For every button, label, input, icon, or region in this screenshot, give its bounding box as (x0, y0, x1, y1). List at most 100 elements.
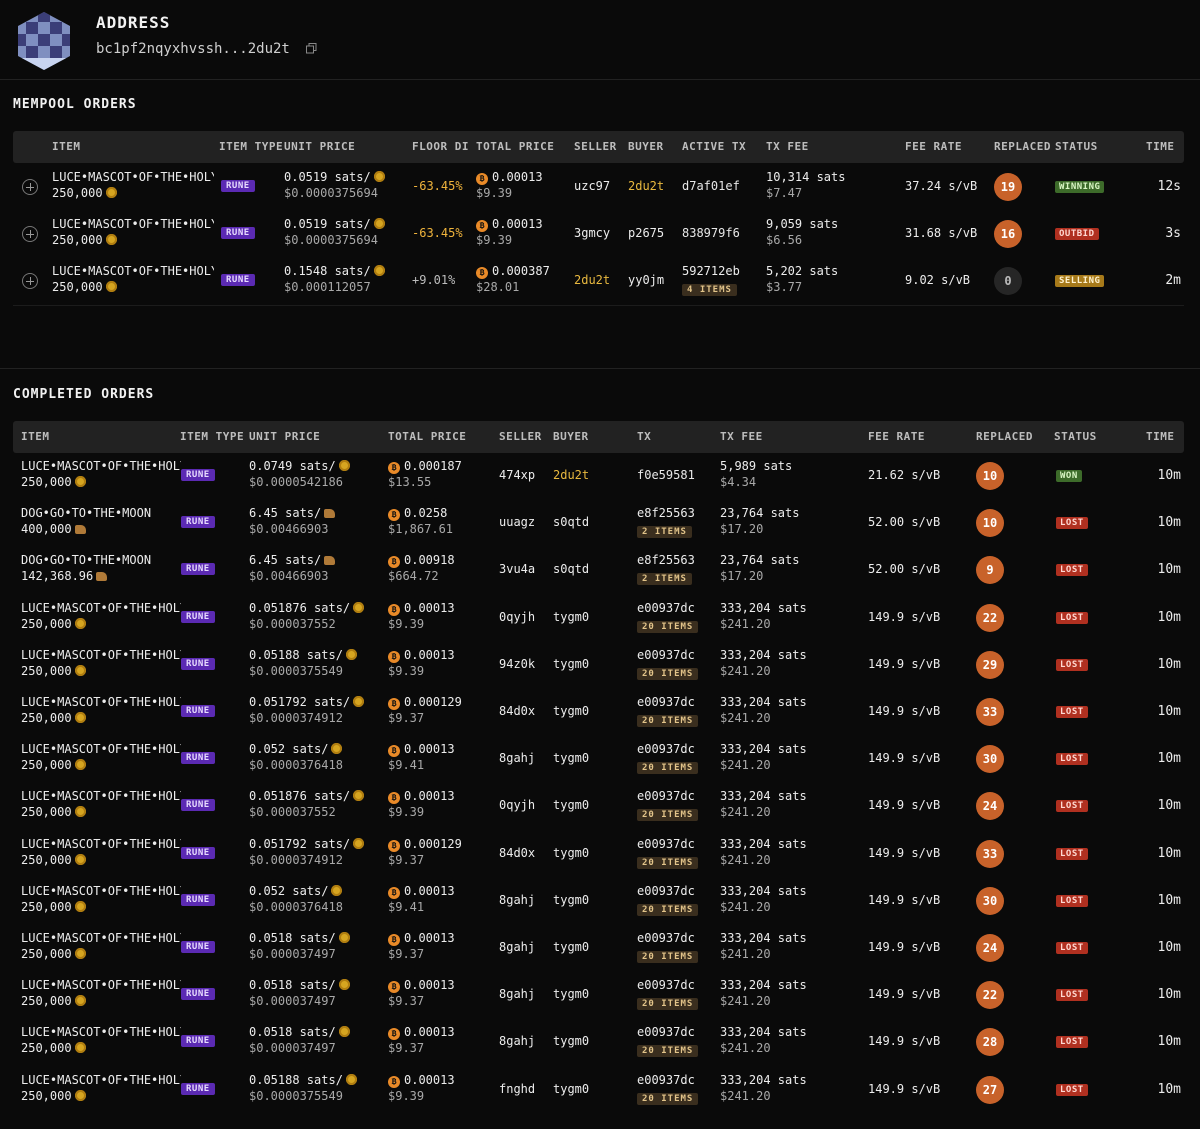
buyer-address[interactable]: s0qtd (553, 562, 589, 576)
item-primary[interactable]: LUCE•MASCOT•OF•THE•HOLY (52, 264, 214, 278)
item-primary[interactable]: LUCE•MASCOT•OF•THE•HOLY (21, 931, 181, 945)
table-row[interactable]: LUCE•MASCOT•OF•THE•HOLY 250,000 RUNE 0.0518… (13, 782, 1184, 829)
tx-id[interactable]: e00937dc (637, 884, 695, 898)
col-buyer[interactable]: BUYER (628, 140, 664, 153)
tx-id[interactable]: e00937dc (637, 601, 695, 615)
tx-id[interactable]: e00937dc (637, 789, 695, 803)
seller-address[interactable]: 94z0k (499, 657, 535, 671)
col-total-price[interactable]: TOTAL PRICE (388, 430, 466, 443)
item-primary[interactable]: LUCE•MASCOT•OF•THE•HOLY (21, 884, 181, 898)
col-unit-price[interactable]: UNIT PRICE (249, 430, 320, 443)
col-item-type[interactable]: ITEM TYPE (219, 140, 283, 153)
col-active-tx[interactable]: ACTIVE TX (682, 140, 746, 153)
col-replaced[interactable]: REPLACED (976, 430, 1033, 443)
col-seller[interactable]: SELLER (499, 430, 542, 443)
seller-address[interactable]: 8gahj (499, 940, 535, 954)
tx-id[interactable]: e00937dc (637, 742, 695, 756)
col-tx[interactable]: TX (637, 430, 651, 443)
buyer-address[interactable]: tygm0 (553, 657, 589, 671)
seller-address[interactable]: 84d0x (499, 704, 535, 718)
item-primary[interactable]: DOG•GO•TO•THE•MOON (21, 553, 181, 567)
col-tx-fee[interactable]: TX FEE (766, 140, 809, 153)
tx-id[interactable]: e00937dc (637, 1025, 695, 1039)
tx-id[interactable]: e00937dc (637, 978, 695, 992)
item-primary[interactable]: LUCE•MASCOT•OF•THE•HOLY (21, 648, 181, 662)
seller-address[interactable]: fnghd (499, 1082, 535, 1096)
item-primary[interactable]: LUCE•MASCOT•OF•THE•HOLY (21, 978, 181, 992)
item-primary[interactable]: LUCE•MASCOT•OF•THE•HOLY (21, 459, 181, 473)
buyer-address[interactable]: tygm0 (553, 798, 589, 812)
col-status[interactable]: STATUS (1055, 140, 1098, 153)
col-item[interactable]: ITEM (52, 140, 81, 153)
table-row[interactable]: LUCE•MASCOT•OF•THE•HOLY 250,000 RUNE 0.0518… (13, 641, 1184, 688)
table-row[interactable]: LUCE•MASCOT•OF•THE•HOLY 250,000 RUNE 0.0519… (13, 163, 1184, 210)
col-fee-rate[interactable]: FEE RATE (905, 140, 962, 153)
col-item-type[interactable]: ITEM TYPE (180, 430, 247, 443)
item-primary[interactable]: LUCE•MASCOT•OF•THE•HOLY (21, 1073, 181, 1087)
tx-id[interactable]: e00937dc (637, 648, 695, 662)
col-unit-price[interactable]: UNIT PRICE (284, 140, 355, 153)
buyer-address[interactable]: tygm0 (553, 1034, 589, 1048)
buyer-address[interactable]: tygm0 (553, 610, 589, 624)
tx-id[interactable]: 838979f6 (682, 226, 740, 240)
item-primary[interactable]: LUCE•MASCOT•OF•THE•HOLY (21, 789, 181, 803)
expand-row-icon[interactable] (22, 226, 38, 243)
seller-address[interactable]: uzc97 (574, 179, 610, 193)
seller-address[interactable]: 0qyjh (499, 798, 535, 812)
seller-address[interactable]: 3vu4a (499, 562, 535, 576)
table-row[interactable]: LUCE•MASCOT•OF•THE•HOLY 250,000 RUNE 0.0518… (13, 924, 1184, 971)
col-time[interactable]: TIME (1146, 140, 1175, 153)
table-row[interactable]: LUCE•MASCOT•OF•THE•HOLY 250,000 RUNE 0.052 … (13, 735, 1184, 782)
table-row[interactable]: LUCE•MASCOT•OF•THE•HOLY 250,000 RUNE 0.0518… (13, 1018, 1184, 1065)
buyer-address[interactable]: tygm0 (553, 704, 589, 718)
expand-row-icon[interactable] (22, 179, 38, 195)
tx-id[interactable]: e00937dc (637, 837, 695, 851)
buyer-address[interactable]: 2du2t (553, 468, 589, 482)
col-replaced[interactable]: REPLACED (994, 140, 1052, 153)
table-row[interactable]: LUCE•MASCOT•OF•THE•HOLY 250,000 RUNE 0.0518… (13, 971, 1184, 1018)
seller-address[interactable]: 3gmcy (574, 226, 610, 240)
buyer-address[interactable]: tygm0 (553, 1082, 589, 1096)
table-row[interactable]: LUCE•MASCOT•OF•THE•HOLY 250,000 RUNE 0.0518… (13, 1066, 1184, 1113)
table-row[interactable]: DOG•GO•TO•THE•MOON 142,368.96 RUNE 6.45 sat… (13, 546, 1184, 593)
table-row[interactable]: LUCE•MASCOT•OF•THE•HOLY 250,000 RUNE 0.0517… (13, 688, 1184, 735)
buyer-address[interactable]: s0qtd (553, 515, 589, 529)
tx-id[interactable]: e00937dc (637, 695, 695, 709)
seller-address[interactable]: uuagz (499, 515, 535, 529)
buyer-address[interactable]: tygm0 (553, 846, 589, 860)
seller-address[interactable]: 8gahj (499, 1034, 535, 1048)
seller-address[interactable]: 2du2t (574, 273, 610, 287)
expand-row-icon[interactable] (22, 273, 38, 290)
col-buyer[interactable]: BUYER (553, 430, 589, 443)
col-status[interactable]: STATUS (1054, 430, 1097, 443)
tx-id[interactable]: e8f25563 (637, 553, 695, 567)
buyer-address[interactable]: tygm0 (553, 940, 589, 954)
buyer-address[interactable]: yy0jm (628, 273, 664, 287)
seller-address[interactable]: 474xp (499, 468, 535, 482)
col-item[interactable]: ITEM (21, 430, 50, 443)
item-primary[interactable]: LUCE•MASCOT•OF•THE•HOLY (52, 217, 214, 231)
buyer-address[interactable]: 2du2t (628, 179, 664, 193)
col-seller[interactable]: SELLER (574, 140, 617, 153)
col-floor-diff[interactable]: FLOOR DIFF (412, 140, 469, 153)
seller-address[interactable]: 84d0x (499, 846, 535, 860)
copy-icon[interactable] (306, 43, 317, 54)
col-total-price[interactable]: TOTAL PRICE (476, 140, 554, 153)
tx-id[interactable]: e8f25563 (637, 506, 695, 520)
table-row[interactable]: LUCE•MASCOT•OF•THE•HOLY 250,000 RUNE 0.0518… (13, 594, 1184, 641)
table-row[interactable]: LUCE•MASCOT•OF•THE•HOLY 250,000 RUNE 0.0519… (13, 210, 1184, 257)
seller-address[interactable]: 8gahj (499, 987, 535, 1001)
buyer-address[interactable]: p2675 (628, 226, 664, 240)
table-row[interactable]: LUCE•MASCOT•OF•THE•HOLY 250,000 RUNE 0.1548… (13, 257, 1184, 304)
col-time[interactable]: TIME (1146, 430, 1175, 443)
table-row[interactable]: DOG•GO•TO•THE•MOON 400,000 RUNE 6.45 sats/$… (13, 499, 1184, 546)
tx-id[interactable]: e00937dc (637, 1073, 695, 1087)
tx-id[interactable]: f0e59581 (637, 468, 695, 482)
col-tx-fee[interactable]: TX FEE (720, 430, 763, 443)
table-row[interactable]: LUCE•MASCOT•OF•THE•HOLY 250,000 RUNE 0.052 … (13, 877, 1184, 924)
item-primary[interactable]: LUCE•MASCOT•OF•THE•HOLY (21, 1025, 181, 1039)
tx-id[interactable]: e00937dc (637, 931, 695, 945)
table-row[interactable]: LUCE•MASCOT•OF•THE•HOLY 250,000 RUNE 0.0517… (13, 830, 1184, 877)
tx-id[interactable]: d7af01ef (682, 179, 740, 193)
item-primary[interactable]: LUCE•MASCOT•OF•THE•HOLY (21, 742, 181, 756)
